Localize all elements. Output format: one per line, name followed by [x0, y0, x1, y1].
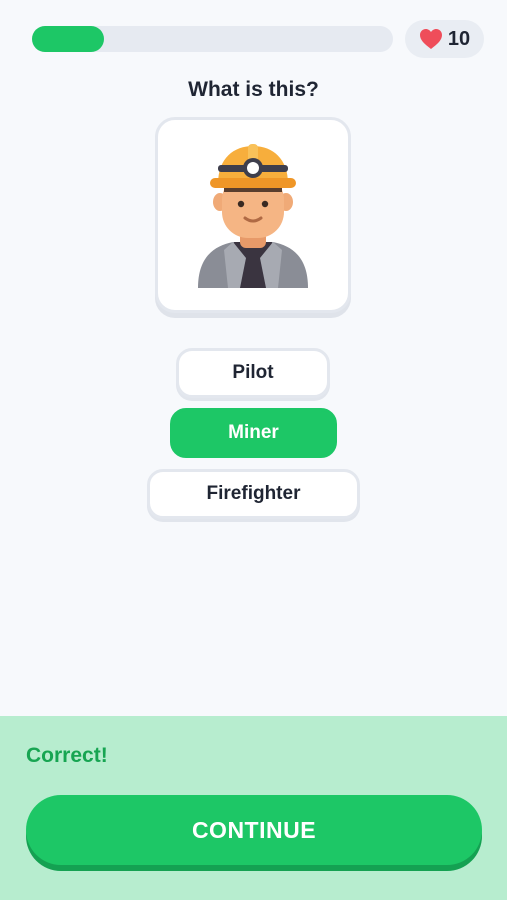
hearts-counter[interactable]: 10	[405, 20, 484, 58]
continue-button[interactable]: CONTINUE	[26, 795, 482, 865]
question-prompt: What is this?	[188, 78, 319, 101]
feedback-panel: Correct! CONTINUE	[0, 716, 507, 900]
feedback-message: Correct!	[26, 744, 108, 767]
option-miner[interactable]: Miner	[170, 408, 337, 458]
option-pilot[interactable]: Pilot	[176, 348, 330, 398]
question-image-card	[155, 117, 351, 313]
heart-icon	[419, 28, 443, 50]
option-firefighter[interactable]: Firefighter	[147, 469, 360, 519]
progress-bar	[32, 26, 393, 52]
progress-bar-fill	[32, 26, 105, 52]
miner-illustration	[198, 144, 308, 288]
hearts-count: 10	[447, 27, 471, 50]
